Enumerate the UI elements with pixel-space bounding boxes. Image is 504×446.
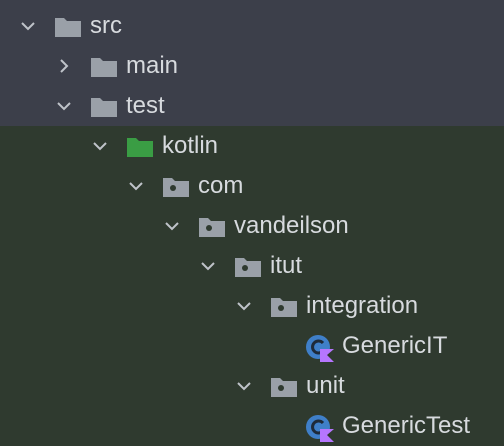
tree-node-kotlin[interactable]: kotlin — [0, 126, 504, 166]
tree-node-label: main — [126, 52, 179, 79]
chevron-down-icon[interactable] — [56, 98, 72, 114]
chevron-down-icon[interactable] — [92, 138, 108, 154]
chevron-down-icon[interactable] — [164, 218, 180, 234]
tree-node-unit[interactable]: unit — [0, 366, 504, 406]
tree-node-label: GenericIT — [342, 332, 448, 359]
tree-node-generictest[interactable]: GenericTest — [0, 406, 504, 446]
folder-icon — [90, 56, 118, 78]
package-icon — [234, 256, 262, 278]
chevron-down-icon[interactable] — [20, 18, 36, 34]
tree-node-label: com — [198, 172, 244, 199]
folder-icon — [54, 16, 82, 38]
tree-node-main[interactable]: main — [0, 46, 504, 86]
tree-node-label: unit — [306, 372, 345, 399]
tree-node-com[interactable]: com — [0, 166, 504, 206]
tree-node-label: vandeilson — [234, 212, 349, 239]
package-icon — [270, 296, 298, 318]
folder-icon — [90, 96, 118, 118]
tree-node-itut[interactable]: itut — [0, 246, 504, 286]
package-icon — [270, 376, 298, 398]
tree-node-label: itut — [270, 252, 303, 279]
chevron-down-icon[interactable] — [236, 378, 252, 394]
tree-node-src[interactable]: src — [0, 6, 504, 46]
project-tree: src main test kotlin com vandeilson itut… — [0, 0, 504, 446]
tree-node-label: integration — [306, 292, 419, 319]
tree-node-label: test — [126, 92, 165, 119]
test-source-folder-icon — [126, 136, 154, 158]
chevron-down-icon[interactable] — [236, 298, 252, 314]
chevron-down-icon[interactable] — [128, 178, 144, 194]
tree-node-test[interactable]: test — [0, 86, 504, 126]
chevron-right-icon[interactable] — [56, 58, 72, 74]
kotlin-class-icon — [304, 334, 334, 362]
package-icon — [162, 176, 190, 198]
tree-node-genericit[interactable]: GenericIT — [0, 326, 504, 366]
tree-node-label: src — [90, 12, 122, 39]
tree-node-label: GenericTest — [342, 412, 471, 439]
tree-node-vandeilson[interactable]: vandeilson — [0, 206, 504, 246]
tree-node-label: kotlin — [162, 132, 219, 159]
tree-node-integration[interactable]: integration — [0, 286, 504, 326]
package-icon — [198, 216, 226, 238]
kotlin-class-icon — [304, 414, 334, 442]
chevron-down-icon[interactable] — [200, 258, 216, 274]
